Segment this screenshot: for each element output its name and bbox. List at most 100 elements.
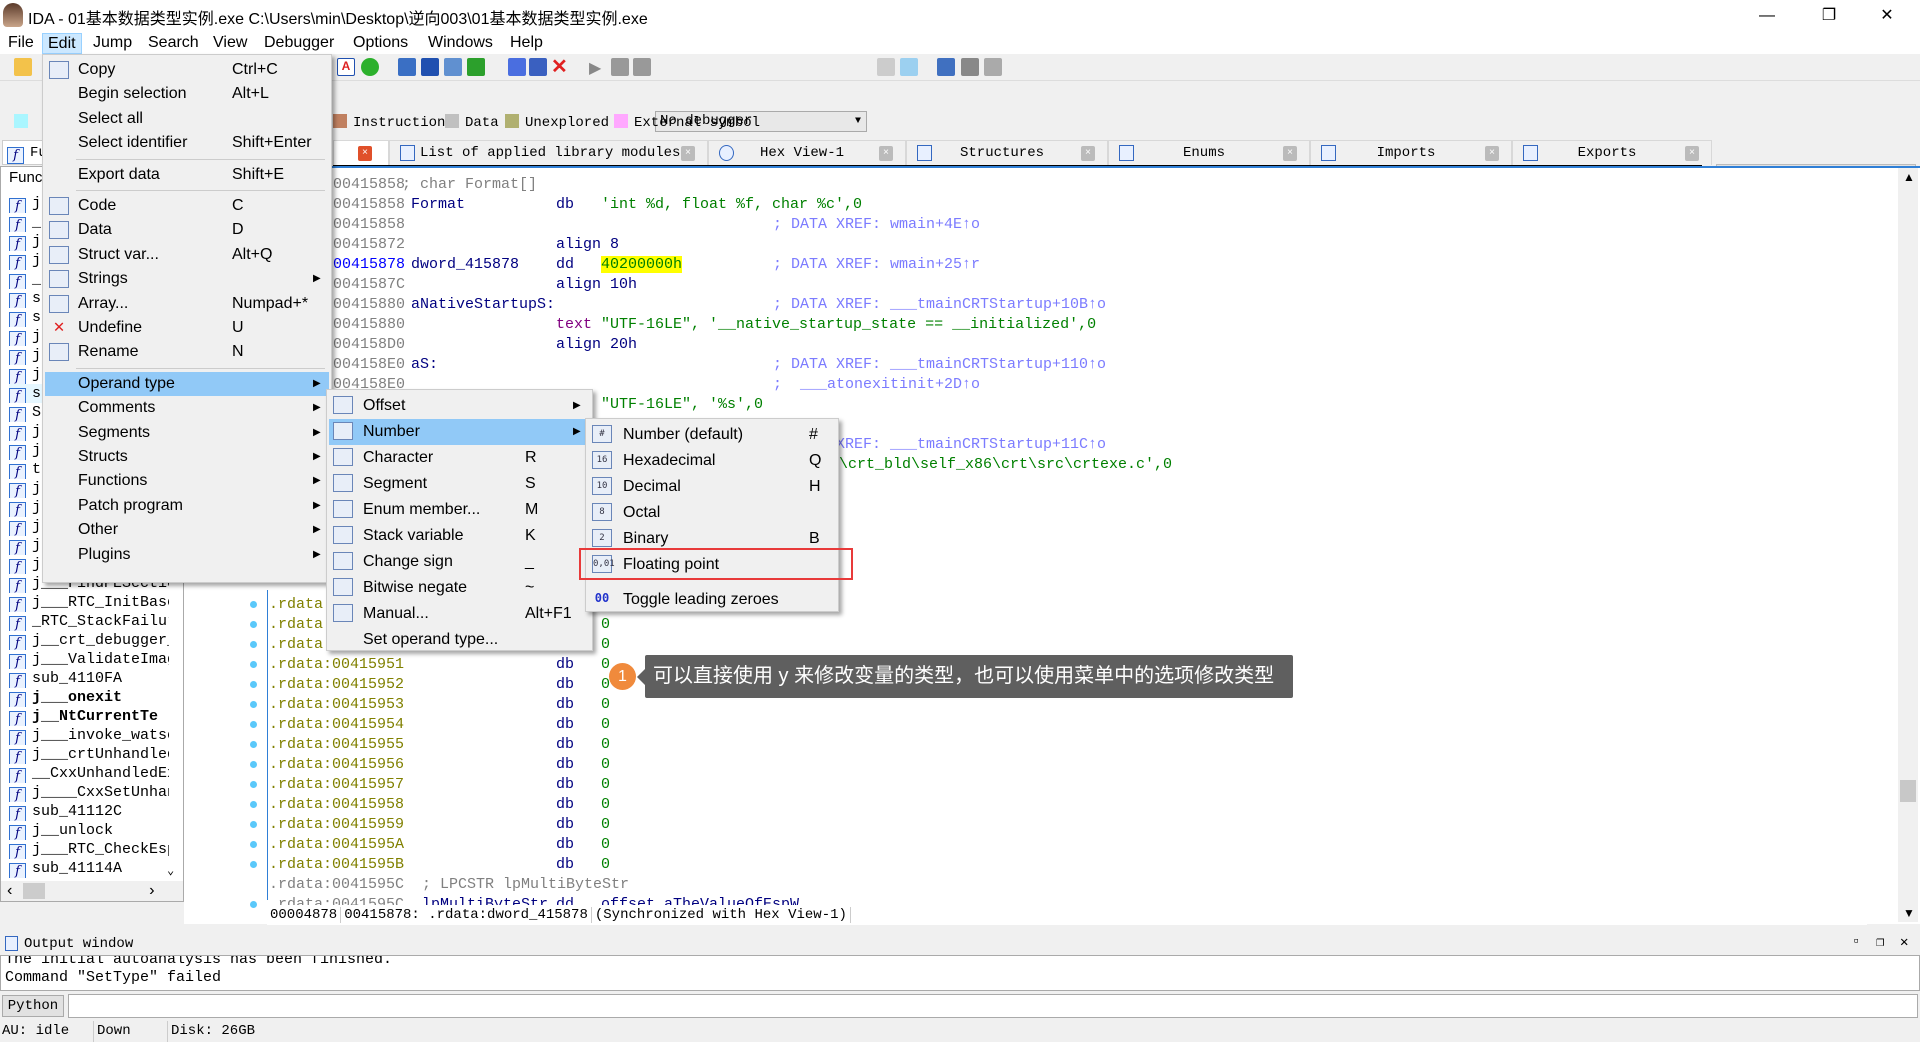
undefine-icon[interactable]: ✕ (551, 57, 569, 77)
menu-item-code[interactable]: Code C (45, 194, 329, 218)
listing-row[interactable]: 004158E0 aS: ; DATA XREF: ___tmainCRTStart… (184, 355, 1884, 375)
function-list-item[interactable]: f j___RTC_InitBase (9, 593, 169, 612)
menu-item-data[interactable]: Data D (45, 218, 329, 242)
tool-icon[interactable] (984, 58, 1002, 76)
tab-library-modules[interactable]: List of applied library modules × (389, 140, 708, 165)
horizontal-scrollbar[interactable]: ‹ › (1, 881, 183, 901)
close-tab-icon[interactable]: × (1685, 146, 1699, 161)
listing-row[interactable]: 00415858; char Format[] (184, 175, 1884, 195)
step-icon[interactable] (961, 58, 979, 76)
close-tab-icon[interactable]: × (1485, 146, 1499, 161)
scroll-thumb[interactable] (23, 883, 45, 899)
function-list-item[interactable]: f sub_41112C (9, 802, 169, 821)
listing-row[interactable]: .rdata:00415953 db 0 (184, 695, 1884, 715)
menu-item-plugins[interactable]: Plugins ▶ (45, 543, 329, 567)
tab-imports[interactable]: Imports × (1310, 140, 1512, 165)
tab-exports[interactable]: Exports × (1512, 140, 1712, 165)
function-list-item[interactable]: f j__unlock (9, 821, 169, 840)
menu-item-select-identifier[interactable]: Select identifier Shift+Enter (45, 131, 329, 155)
menu-item-number-default[interactable]: # Number (default) # (588, 422, 836, 448)
menu-item-manual[interactable]: Manual... Alt+F1 (329, 601, 590, 627)
listing-row[interactable]: 004158D0 align 20h (184, 335, 1884, 355)
listing-row[interactable]: 00415858 ; DATA XREF: wmain+4E↑o (184, 215, 1884, 235)
close-output-icon[interactable]: ✕ (1900, 934, 1908, 951)
menu-item-other[interactable]: Other ▶ (45, 518, 329, 542)
menu-item-segments[interactable]: Segments ▶ (45, 421, 329, 445)
menu-item-undefine[interactable]: ✕ Undefine U (45, 316, 329, 340)
menu-debugger[interactable]: Debugger (259, 33, 339, 54)
close-tab-icon[interactable]: × (681, 146, 695, 161)
listing-row[interactable]: .rdata:00415959 db 0 (184, 815, 1884, 835)
menu-item-set-operand-type[interactable]: Set operand type... (329, 627, 590, 653)
listing-row[interactable]: .rdata:00415958 db 0 (184, 795, 1884, 815)
tab-enums[interactable]: Enums × (1108, 140, 1310, 165)
menu-item-structs[interactable]: Structs ▶ (45, 445, 329, 469)
menu-item-hexadecimal[interactable]: 16 Hexadecimal Q (588, 448, 836, 474)
tab-structures[interactable]: Structures × (906, 140, 1108, 165)
function-list-item[interactable]: f j___crtUnhandled (9, 745, 169, 764)
listing-row[interactable]: 00415880 aNativeStartupS: ; DATA XREF: ___… (184, 295, 1884, 315)
output-text[interactable]: The initial autoanalysis has been finish… (0, 955, 1920, 991)
close-tab-icon[interactable]: × (879, 146, 893, 161)
menu-item-functions[interactable]: Functions ▶ (45, 469, 329, 493)
scroll-left-icon[interactable]: ‹ (5, 882, 15, 900)
function-list-item[interactable]: f sub_4110FA (9, 669, 169, 688)
listing-row[interactable]: .rdata:0041595C ; LPCSTR lpMultiByteStr (184, 875, 1884, 895)
array-icon[interactable] (508, 58, 526, 76)
make-data-icon[interactable] (421, 58, 439, 76)
menu-item-stack-variable[interactable]: Stack variable K (329, 523, 590, 549)
function-list-item[interactable]: f j___ValidateImag (9, 650, 169, 669)
menu-item-octal[interactable]: 8 Octal (588, 500, 836, 526)
scroll-down-icon[interactable]: ▼ (1903, 906, 1915, 920)
menu-edit[interactable]: Edit (42, 33, 82, 54)
scroll-down-icon[interactable]: ⌄ (167, 863, 174, 878)
rename-icon[interactable] (529, 58, 547, 76)
menu-view[interactable]: View (208, 33, 252, 54)
menu-item-begin-selection[interactable]: Begin selection Alt+L (45, 82, 329, 106)
menu-item-export-data[interactable]: Export data Shift+E (45, 163, 329, 187)
function-list-item[interactable]: f j___onexit (9, 688, 169, 707)
menu-item-change-sign[interactable]: Change sign _ (329, 549, 590, 575)
listing-row[interactable]: 00415880 text "UTF-16LE", '__native_startu… (184, 315, 1884, 335)
tab-ida-view[interactable]: × (333, 140, 389, 165)
strings-icon[interactable] (467, 58, 485, 76)
text-icon[interactable]: A (337, 58, 355, 76)
function-list-item[interactable]: f sub_41114A (9, 859, 169, 878)
listing-row[interactable]: .rdata:00415955 db 0 (184, 735, 1884, 755)
function-list-item[interactable]: f j____CxxSetUnhan (9, 783, 169, 802)
scroll-thumb[interactable] (1900, 780, 1916, 802)
menu-item-struct-var[interactable]: Struct var... Alt+Q (45, 243, 329, 267)
menu-help[interactable]: Help (505, 33, 548, 54)
listing-row[interactable]: 00415858 Format db 'int %d, float %f, char … (184, 195, 1884, 215)
open-icon[interactable] (14, 58, 32, 76)
function-list-item[interactable]: f j___RTC_CheckEsp (9, 840, 169, 859)
menu-item-offset[interactable]: Offset ▶ (329, 393, 590, 419)
pause-icon[interactable] (611, 58, 629, 76)
function-list-item[interactable]: f _RTC_StackFailur (9, 612, 169, 631)
listing-row[interactable]: 00415872 align 8 (184, 235, 1884, 255)
listing-scrollbar[interactable]: ▲ ▼ (1898, 168, 1918, 922)
menu-search[interactable]: Search (143, 33, 204, 54)
menu-item-select-all[interactable]: Select all (45, 107, 329, 131)
green-ball-icon[interactable] (361, 58, 379, 76)
minimize-button[interactable]: — (1744, 2, 1790, 30)
function-list-item[interactable]: f __CxxUnhandledEx (9, 764, 169, 783)
listing-row[interactable]: .rdata:0041595B db 0 (184, 855, 1884, 875)
menu-item-enum-member[interactable]: Enum member... M (329, 497, 590, 523)
float-icon[interactable]: ▫ (1852, 934, 1860, 950)
menu-item-bitwise-negate[interactable]: Bitwise negate ~ (329, 575, 590, 601)
listing-row[interactable]: .rdata:00415957 db 0 (184, 775, 1884, 795)
function-list-item[interactable]: f j___invoke_watso (9, 726, 169, 745)
menu-item-rename[interactable]: Rename N (45, 340, 329, 364)
attach-icon[interactable] (877, 58, 895, 76)
menu-options[interactable]: Options (348, 33, 413, 54)
menu-item-operand-type[interactable]: Operand type ▶ (45, 371, 329, 397)
listing-row[interactable]: .rdata:00415956 db 0 (184, 755, 1884, 775)
play-icon[interactable]: ▶ (589, 58, 607, 77)
menu-item-strings[interactable]: Strings ▶ (45, 267, 329, 291)
function-list-item[interactable]: f j__crt_debugger_ (9, 631, 169, 650)
close-button[interactable]: ✕ (1864, 2, 1910, 30)
maximize-icon[interactable]: ❐ (1876, 934, 1884, 951)
make-code-icon[interactable] (398, 58, 416, 76)
graph-icon[interactable] (937, 58, 955, 76)
